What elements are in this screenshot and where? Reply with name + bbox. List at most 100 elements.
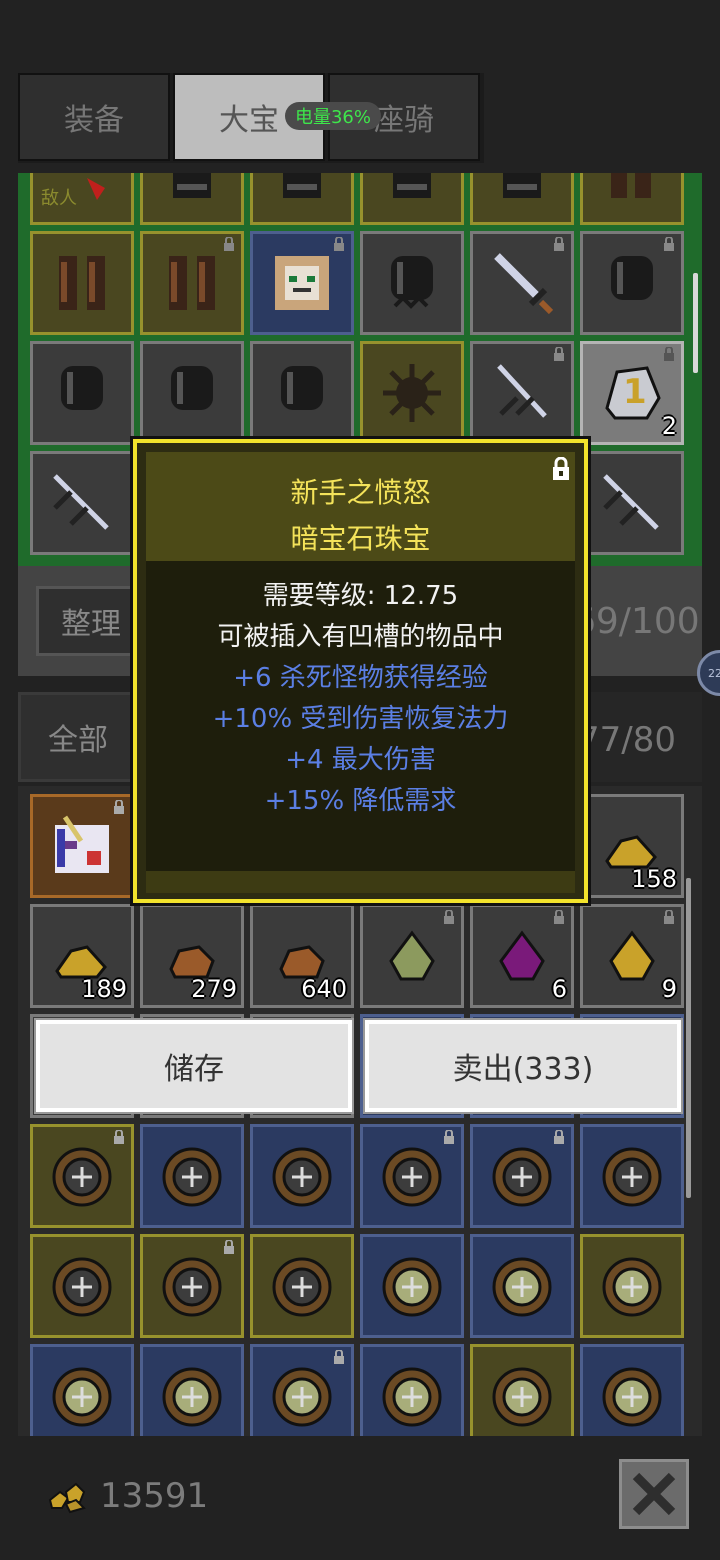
equipment-slot[interactable] xyxy=(250,173,354,225)
close-icon xyxy=(632,1472,676,1516)
item-stat: +15% 降低需求 xyxy=(264,786,457,816)
storage-slot[interactable] xyxy=(140,1344,244,1436)
item-socket-note: 可被插入有凹槽的物品中 xyxy=(217,622,504,652)
item-tooltip: 新手之愤怒 暗宝石珠宝 需要等级: 12.75 可被插入有凹槽的物品中 +6 杀… xyxy=(130,436,591,906)
tiger-helmet-icon xyxy=(275,256,329,310)
bow-icon xyxy=(492,1367,552,1427)
storage-slot[interactable] xyxy=(140,1124,244,1228)
storage-slot[interactable] xyxy=(580,1124,684,1228)
armor-icon xyxy=(171,366,213,410)
armor-icon xyxy=(283,173,321,198)
storage-slot[interactable] xyxy=(140,1234,244,1338)
sword-icon xyxy=(494,253,554,315)
storage-slot[interactable] xyxy=(470,1124,574,1228)
boots-icon xyxy=(611,173,651,198)
bow-icon xyxy=(492,1147,552,1207)
equipment-slot[interactable] xyxy=(30,231,134,335)
storage-slot[interactable] xyxy=(580,1234,684,1338)
equipment-slot[interactable] xyxy=(360,231,464,335)
storage-slot[interactable]: 158 xyxy=(580,794,684,898)
item-stat: +10% 受到伤害恢复法力 xyxy=(212,704,509,734)
bow-icon xyxy=(602,1367,662,1427)
bow-icon xyxy=(52,1147,112,1207)
storage-slot[interactable] xyxy=(360,1124,464,1228)
bow-icon xyxy=(602,1257,662,1317)
bow-rows xyxy=(30,1124,690,1436)
item-requirement: 需要等级: 12.75 xyxy=(262,581,459,611)
item-quantity: 279 xyxy=(191,975,237,1003)
battery-indicator: 电量36% xyxy=(285,102,381,130)
item-quantity: 9 xyxy=(661,975,677,1003)
storage-slot[interactable] xyxy=(360,1234,464,1338)
bow-icon xyxy=(52,1257,112,1317)
spiked-ball-icon xyxy=(383,364,441,422)
equipment-slot[interactable] xyxy=(580,231,684,335)
storage-slot[interactable]: 189 xyxy=(30,904,134,1008)
equipment-slot[interactable]: 1 2 xyxy=(580,341,684,445)
bow-icon xyxy=(272,1367,332,1427)
storage-slot[interactable] xyxy=(30,794,134,898)
bow-icon xyxy=(162,1147,222,1207)
storage-capacity: 77/80 xyxy=(578,720,676,760)
equipment-slot[interactable] xyxy=(140,341,244,445)
bow-icon xyxy=(382,1257,442,1317)
equipment-slot[interactable] xyxy=(470,173,574,225)
equipment-slot[interactable] xyxy=(250,341,354,445)
gold-amount: 13591 xyxy=(100,1476,209,1516)
storage-slot[interactable] xyxy=(360,1344,464,1436)
item-quantity: 2 xyxy=(661,412,677,440)
storage-slot[interactable] xyxy=(360,904,464,1008)
storage-slot[interactable] xyxy=(580,1344,684,1436)
tooltip-footer xyxy=(146,871,575,893)
equipment-slot[interactable] xyxy=(30,451,134,555)
bow-icon xyxy=(382,1147,442,1207)
storage-slot[interactable]: 6 xyxy=(470,904,574,1008)
slot-number: 1 xyxy=(623,372,647,412)
equipment-slot[interactable] xyxy=(580,173,684,225)
item-stat: +6 杀死怪物获得经验 xyxy=(233,663,488,693)
equipment-slot[interactable] xyxy=(360,173,464,225)
equipment-slot[interactable] xyxy=(250,231,354,335)
equipment-slot[interactable]: 敌人 xyxy=(30,173,134,225)
sort-button[interactable]: 整理 xyxy=(36,586,146,656)
storage-slot[interactable] xyxy=(470,1344,574,1436)
bow-icon xyxy=(162,1367,222,1427)
storage-slot[interactable]: 279 xyxy=(140,904,244,1008)
bow-icon xyxy=(602,1147,662,1207)
spear-icon xyxy=(497,364,547,418)
equipment-slot[interactable] xyxy=(470,341,574,445)
item-name: 新手之愤怒 xyxy=(290,476,431,509)
item-type: 暗宝石珠宝 xyxy=(290,522,431,555)
spear-icon xyxy=(603,474,659,530)
equipment-slot[interactable] xyxy=(580,451,684,555)
equipment-slot[interactable] xyxy=(30,341,134,445)
storage-slot[interactable] xyxy=(30,1344,134,1436)
tab-equipment[interactable]: 装备 xyxy=(18,73,170,161)
tab-bar: 装备 大宝 座骑 xyxy=(18,73,484,163)
filter-all-button[interactable]: 全部 xyxy=(18,692,138,782)
spear-icon xyxy=(53,474,109,530)
storage-slot[interactable] xyxy=(30,1124,134,1228)
armor-icon xyxy=(173,173,211,198)
equipment-slot[interactable] xyxy=(140,173,244,225)
storage-slot[interactable] xyxy=(470,1234,574,1338)
storage-slot[interactable] xyxy=(250,1234,354,1338)
equipment-slot[interactable] xyxy=(470,231,574,335)
green-gem-icon xyxy=(389,930,435,981)
storage-slot[interactable]: 640 xyxy=(250,904,354,1008)
storage-slot[interactable] xyxy=(250,1124,354,1228)
equipment-scrollbar[interactable] xyxy=(693,273,698,373)
close-button[interactable] xyxy=(619,1459,689,1529)
item-stat: +4 最大伤害 xyxy=(285,745,436,775)
storage-slot[interactable]: 9 xyxy=(580,904,684,1008)
item-quantity: 189 xyxy=(81,975,127,1003)
storage-slot[interactable] xyxy=(30,1234,134,1338)
boots-icon xyxy=(59,256,105,310)
equipment-slot[interactable] xyxy=(140,231,244,335)
store-button[interactable]: 储存 xyxy=(34,1018,354,1114)
gold-gem-icon xyxy=(609,930,655,981)
equipment-slot[interactable] xyxy=(360,341,464,445)
sell-button[interactable]: 卖出(333) xyxy=(363,1018,683,1114)
storage-slot[interactable] xyxy=(250,1344,354,1436)
bow-icon xyxy=(272,1147,332,1207)
